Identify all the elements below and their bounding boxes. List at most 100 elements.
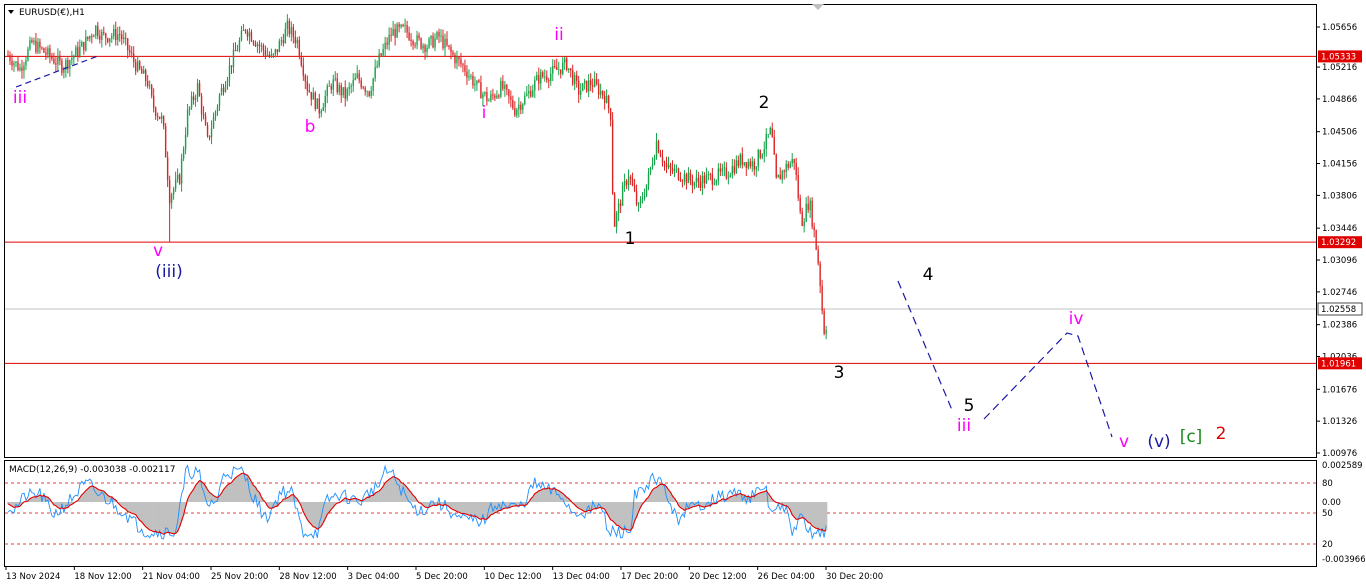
candle-body — [490, 94, 492, 101]
candle-body — [635, 191, 638, 205]
macd-histogram-bar — [657, 485, 660, 502]
macd-histogram-bar — [7, 502, 10, 504]
candle-body — [773, 136, 775, 155]
candle-body — [759, 149, 761, 158]
candle-body — [23, 65, 25, 71]
candle-body — [496, 95, 498, 98]
macd-histogram-bar — [128, 502, 131, 513]
candle-body — [418, 35, 420, 39]
candle-body — [174, 179, 177, 189]
candle-body — [352, 80, 354, 86]
candle-body — [617, 203, 620, 214]
candle-body — [500, 81, 502, 97]
candle-body — [378, 53, 380, 66]
candle-body — [364, 88, 366, 92]
candle-body — [214, 111, 217, 117]
macd-histogram-bar — [240, 473, 243, 502]
candle-body — [31, 40, 33, 43]
candle-body — [542, 72, 544, 77]
candle-body — [460, 59, 462, 65]
macd-histogram-bar — [172, 502, 175, 534]
candle-body — [737, 160, 740, 166]
candle-body — [109, 38, 111, 42]
candle-body — [813, 226, 815, 231]
macd-histogram-bar — [579, 502, 582, 510]
candle-body — [268, 54, 271, 57]
candle-body — [386, 42, 388, 45]
wave-label: [c] — [1180, 427, 1203, 447]
macd-histogram-bar — [807, 502, 810, 523]
candle-body — [346, 88, 348, 99]
candle-body — [103, 31, 105, 34]
candle-body — [699, 181, 702, 188]
macd-histogram-bar — [457, 502, 461, 513]
candle-body — [404, 25, 406, 27]
candle-body — [741, 154, 744, 165]
candle-body — [747, 161, 750, 169]
candle-body — [801, 211, 803, 227]
macd-histogram-bar — [166, 502, 169, 533]
candle-body — [408, 32, 410, 40]
candle-body — [775, 154, 777, 178]
candle-body — [318, 98, 320, 114]
candle-body — [234, 49, 237, 52]
macd-histogram-bar — [160, 502, 163, 534]
candle-body — [675, 168, 678, 170]
candle-body — [162, 116, 165, 127]
candle-body — [707, 174, 710, 176]
candle-body — [621, 185, 624, 206]
candle-body — [516, 109, 518, 116]
candle-body — [328, 86, 330, 87]
candle-body — [492, 94, 494, 96]
candle-body — [360, 80, 362, 88]
price-tick-label: 1.01676 — [1322, 385, 1357, 395]
price-tick-label: 1.03096 — [1322, 256, 1357, 266]
candle-body — [113, 28, 115, 37]
candle-body — [719, 168, 722, 172]
candle-body — [779, 174, 781, 180]
candle-body — [731, 166, 734, 176]
candle-body — [482, 93, 484, 99]
candle-body — [562, 62, 564, 74]
candle-body — [184, 134, 187, 150]
macd-histogram-bar — [653, 488, 656, 502]
candle-body — [526, 93, 528, 96]
candle-body — [262, 45, 265, 51]
candle-body — [819, 263, 821, 286]
macd-histogram-bar — [619, 502, 622, 528]
candle-body — [599, 90, 602, 95]
candle-body — [683, 174, 686, 182]
candle-body — [552, 66, 554, 74]
macd-title: MACD(12,26,9) -0.003038 -0.002117 — [9, 465, 175, 475]
candle-body — [140, 68, 143, 74]
level-price-label: 1.05333 — [1321, 52, 1356, 62]
candle-body — [575, 75, 578, 81]
candle-body — [63, 69, 65, 73]
macd-histogram-bar — [98, 490, 101, 502]
candle-body — [33, 40, 35, 43]
candle-body — [142, 70, 145, 74]
candle-body — [212, 116, 215, 129]
candle-body — [194, 97, 197, 101]
candle-body — [210, 128, 213, 138]
candle-body — [546, 76, 548, 81]
candle-body — [224, 86, 227, 92]
candle-body — [641, 198, 644, 200]
candle-body — [558, 69, 560, 71]
macd-histogram-bar — [581, 502, 584, 511]
candle-body — [101, 31, 103, 40]
macd-histogram-bar — [757, 493, 760, 502]
candle-body — [532, 90, 534, 97]
candle-body — [127, 38, 129, 51]
candle-body — [653, 157, 656, 165]
macd-histogram-bar — [461, 502, 465, 514]
candle-body — [358, 73, 360, 81]
candle-body — [148, 85, 151, 87]
macd-histogram-bar — [306, 502, 309, 520]
candle-body — [276, 49, 279, 52]
candle-body — [342, 87, 344, 96]
candle-body — [316, 98, 318, 109]
candle-body — [637, 203, 640, 205]
candle-body — [791, 158, 793, 164]
macd-histogram-bar — [455, 502, 459, 512]
